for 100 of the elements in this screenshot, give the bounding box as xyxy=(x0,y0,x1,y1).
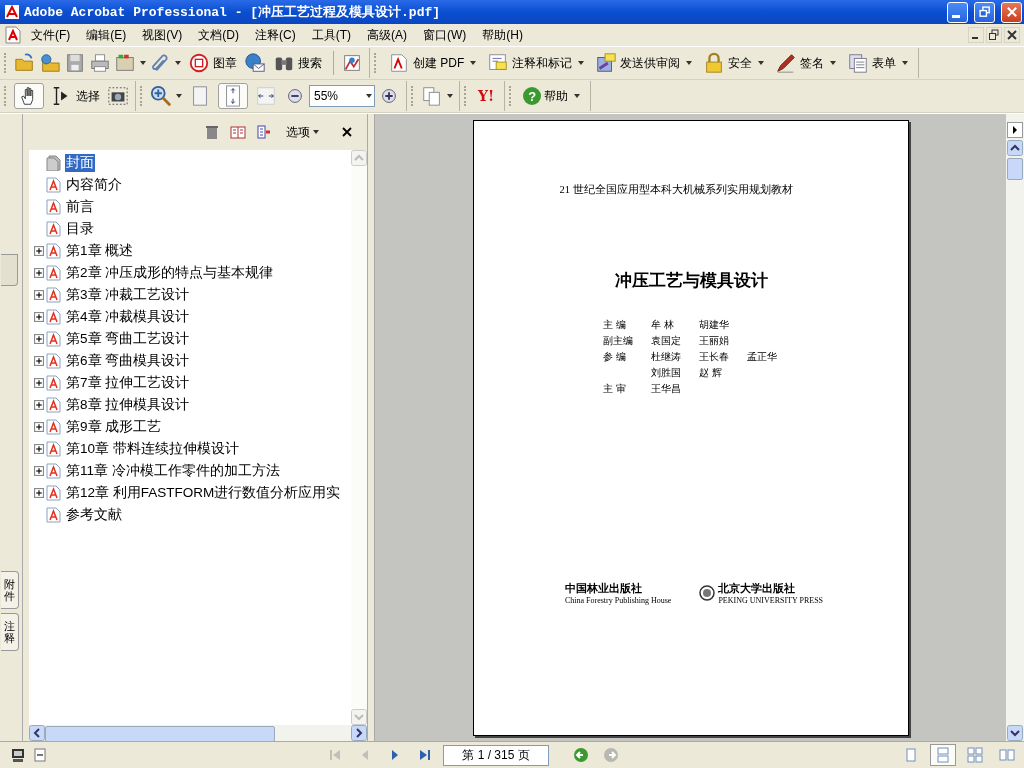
caret-icon xyxy=(470,61,477,65)
new-bookmark-icon[interactable] xyxy=(256,124,272,140)
expand-toggle-icon[interactable] xyxy=(34,246,44,256)
picture-tasks-icon[interactable] xyxy=(341,52,363,74)
help-button[interactable]: ? 帮助 xyxy=(519,83,585,109)
bookmark-item[interactable]: 第7章 拉伸工艺设计 xyxy=(65,374,191,392)
open-folder-icon[interactable] xyxy=(14,52,36,74)
restore-icon[interactable] xyxy=(986,27,1002,43)
forms-button[interactable]: 表单 xyxy=(843,50,913,76)
page-number-field[interactable]: 第 1 / 315 页 xyxy=(443,744,549,766)
expand-toggle-icon[interactable] xyxy=(34,378,44,388)
menu-item[interactable]: 帮助(H) xyxy=(475,24,530,46)
bookmark-item[interactable]: 第12章 利用FASTFORM进行数值分析应用实 xyxy=(65,484,342,502)
expand-toggle-icon[interactable] xyxy=(34,488,44,498)
comment-markup-button[interactable]: 注释和标记 xyxy=(483,50,589,76)
bookmark-item[interactable]: 第2章 冲压成形的特点与基本规律 xyxy=(65,264,275,282)
expand-toggle-icon[interactable] xyxy=(34,444,44,454)
bookmark-item[interactable]: 前言 xyxy=(65,198,95,216)
bookmark-item[interactable]: 目录 xyxy=(65,220,95,238)
side-tab[interactable]: 附件 xyxy=(1,570,19,609)
credit-role: 主 编 xyxy=(603,318,627,332)
bookmark-item[interactable]: 第4章 冲裁模具设计 xyxy=(65,308,191,326)
pdf-page-icon xyxy=(46,199,62,215)
expand-toggle-icon[interactable] xyxy=(34,268,44,278)
window-icon[interactable] xyxy=(32,747,48,763)
book-title: 冲压工艺与模具设计 xyxy=(614,270,768,292)
pdf-page-icon xyxy=(46,243,62,259)
monitor-icon[interactable] xyxy=(10,747,26,763)
bookmark-item[interactable]: 第6章 弯曲模具设计 xyxy=(65,352,191,370)
stamp-button[interactable]: 图章 xyxy=(184,50,241,76)
caret-icon[interactable] xyxy=(175,61,181,65)
minimize-icon[interactable] xyxy=(968,27,984,43)
printer-icon[interactable] xyxy=(89,52,111,74)
expand-toggle-icon[interactable] xyxy=(34,422,44,432)
menu-item[interactable]: 工具(T) xyxy=(304,24,358,46)
bookmark-item[interactable]: 内容简介 xyxy=(65,176,123,194)
menu-item[interactable]: 注释(C) xyxy=(248,24,303,46)
scroll-down-icon[interactable] xyxy=(1007,725,1023,741)
menu-item[interactable]: 文档(D) xyxy=(191,24,246,46)
page-layout-button[interactable] xyxy=(930,744,956,766)
bookmark-item[interactable]: 第10章 带料连续拉伸模设计 xyxy=(65,440,240,458)
side-tab[interactable]: 注释 xyxy=(1,612,19,651)
history-nav-icon[interactable] xyxy=(573,747,589,763)
menu-item[interactable]: 编辑(E) xyxy=(79,24,134,46)
close-button[interactable] xyxy=(1001,1,1022,23)
camera-icon[interactable] xyxy=(107,85,129,107)
menu-item[interactable]: 视图(V) xyxy=(135,24,190,46)
bookmark-item[interactable]: 封面 xyxy=(65,154,95,172)
expand-toggle-icon[interactable] xyxy=(34,400,44,410)
expand-toggle-icon[interactable] xyxy=(34,356,44,366)
close-icon[interactable] xyxy=(1004,27,1020,43)
create-pdf-button[interactable]: 创建 PDF xyxy=(384,50,481,76)
caret-icon xyxy=(686,61,693,65)
bookmark-item[interactable]: 第5章 弯曲工艺设计 xyxy=(65,330,191,348)
zoom-field[interactable]: 55% xyxy=(309,85,375,107)
secure-button[interactable]: 安全 xyxy=(699,50,769,76)
fit-page-button[interactable] xyxy=(218,83,248,109)
bookmark-item[interactable]: 第11章 冷冲模工作零件的加工方法 xyxy=(65,462,281,480)
pdf-document-icon xyxy=(4,26,22,44)
organizer-icon[interactable] xyxy=(114,52,136,74)
series-title: 21 世纪全国应用型本科大机械系列实用规划教材 xyxy=(559,183,793,197)
menu-item[interactable]: 文件(F) xyxy=(24,24,78,46)
bookmark-item[interactable]: 第1章 概述 xyxy=(65,242,135,260)
caret-icon[interactable] xyxy=(140,61,146,65)
scroll-right-icon[interactable] xyxy=(351,725,367,741)
expand-toggle-icon[interactable] xyxy=(34,334,44,344)
scroll-left-icon[interactable] xyxy=(29,725,45,741)
caret-icon[interactable] xyxy=(176,94,182,98)
caret-icon[interactable] xyxy=(447,94,453,98)
menu-item[interactable]: 窗口(W) xyxy=(416,24,474,46)
bookmark-item[interactable]: 第8章 拉伸模具设计 xyxy=(65,396,191,414)
pdf-page-icon xyxy=(46,221,62,237)
trash-icon[interactable] xyxy=(204,124,220,140)
page-nav-icon[interactable] xyxy=(417,747,433,763)
zoom-in-icon[interactable] xyxy=(150,85,172,107)
select-tool-button[interactable]: 选择 xyxy=(47,83,104,109)
bookmark-item[interactable]: 第9章 成形工艺 xyxy=(65,418,163,436)
options-button[interactable]: 选项 xyxy=(282,123,323,141)
scrollbar-thumb[interactable] xyxy=(45,726,275,742)
grid-pages-icon xyxy=(967,747,983,763)
pdf-page-icon xyxy=(46,507,62,523)
folder-globe-icon[interactable] xyxy=(39,52,61,74)
pdf-page-icon xyxy=(46,331,62,347)
bookmark-item[interactable]: 第3章 冲裁工艺设计 xyxy=(65,286,191,304)
scroll-up-icon[interactable] xyxy=(1007,140,1023,156)
menu-item[interactable]: 高级(A) xyxy=(360,24,414,46)
email-globe-icon[interactable] xyxy=(244,52,266,74)
expand-toggle-icon[interactable] xyxy=(34,290,44,300)
bookmark-item[interactable]: 参考文献 xyxy=(65,506,123,524)
expand-toggle-icon[interactable] xyxy=(34,312,44,322)
hand-tool-button[interactable] xyxy=(14,83,44,109)
yahoo-logo[interactable]: Y! xyxy=(474,88,499,104)
search-button[interactable]: 搜索 xyxy=(269,50,326,76)
restore-button[interactable] xyxy=(974,1,995,23)
scrollbar-thumb[interactable] xyxy=(1007,158,1023,180)
bookmark-book-icon[interactable] xyxy=(230,124,246,140)
sign-button[interactable]: 签名 xyxy=(771,50,841,76)
minimize-button[interactable] xyxy=(947,1,968,23)
expand-toggle-icon[interactable] xyxy=(34,466,44,476)
send-review-button[interactable]: 发送供审阅 xyxy=(591,50,697,76)
